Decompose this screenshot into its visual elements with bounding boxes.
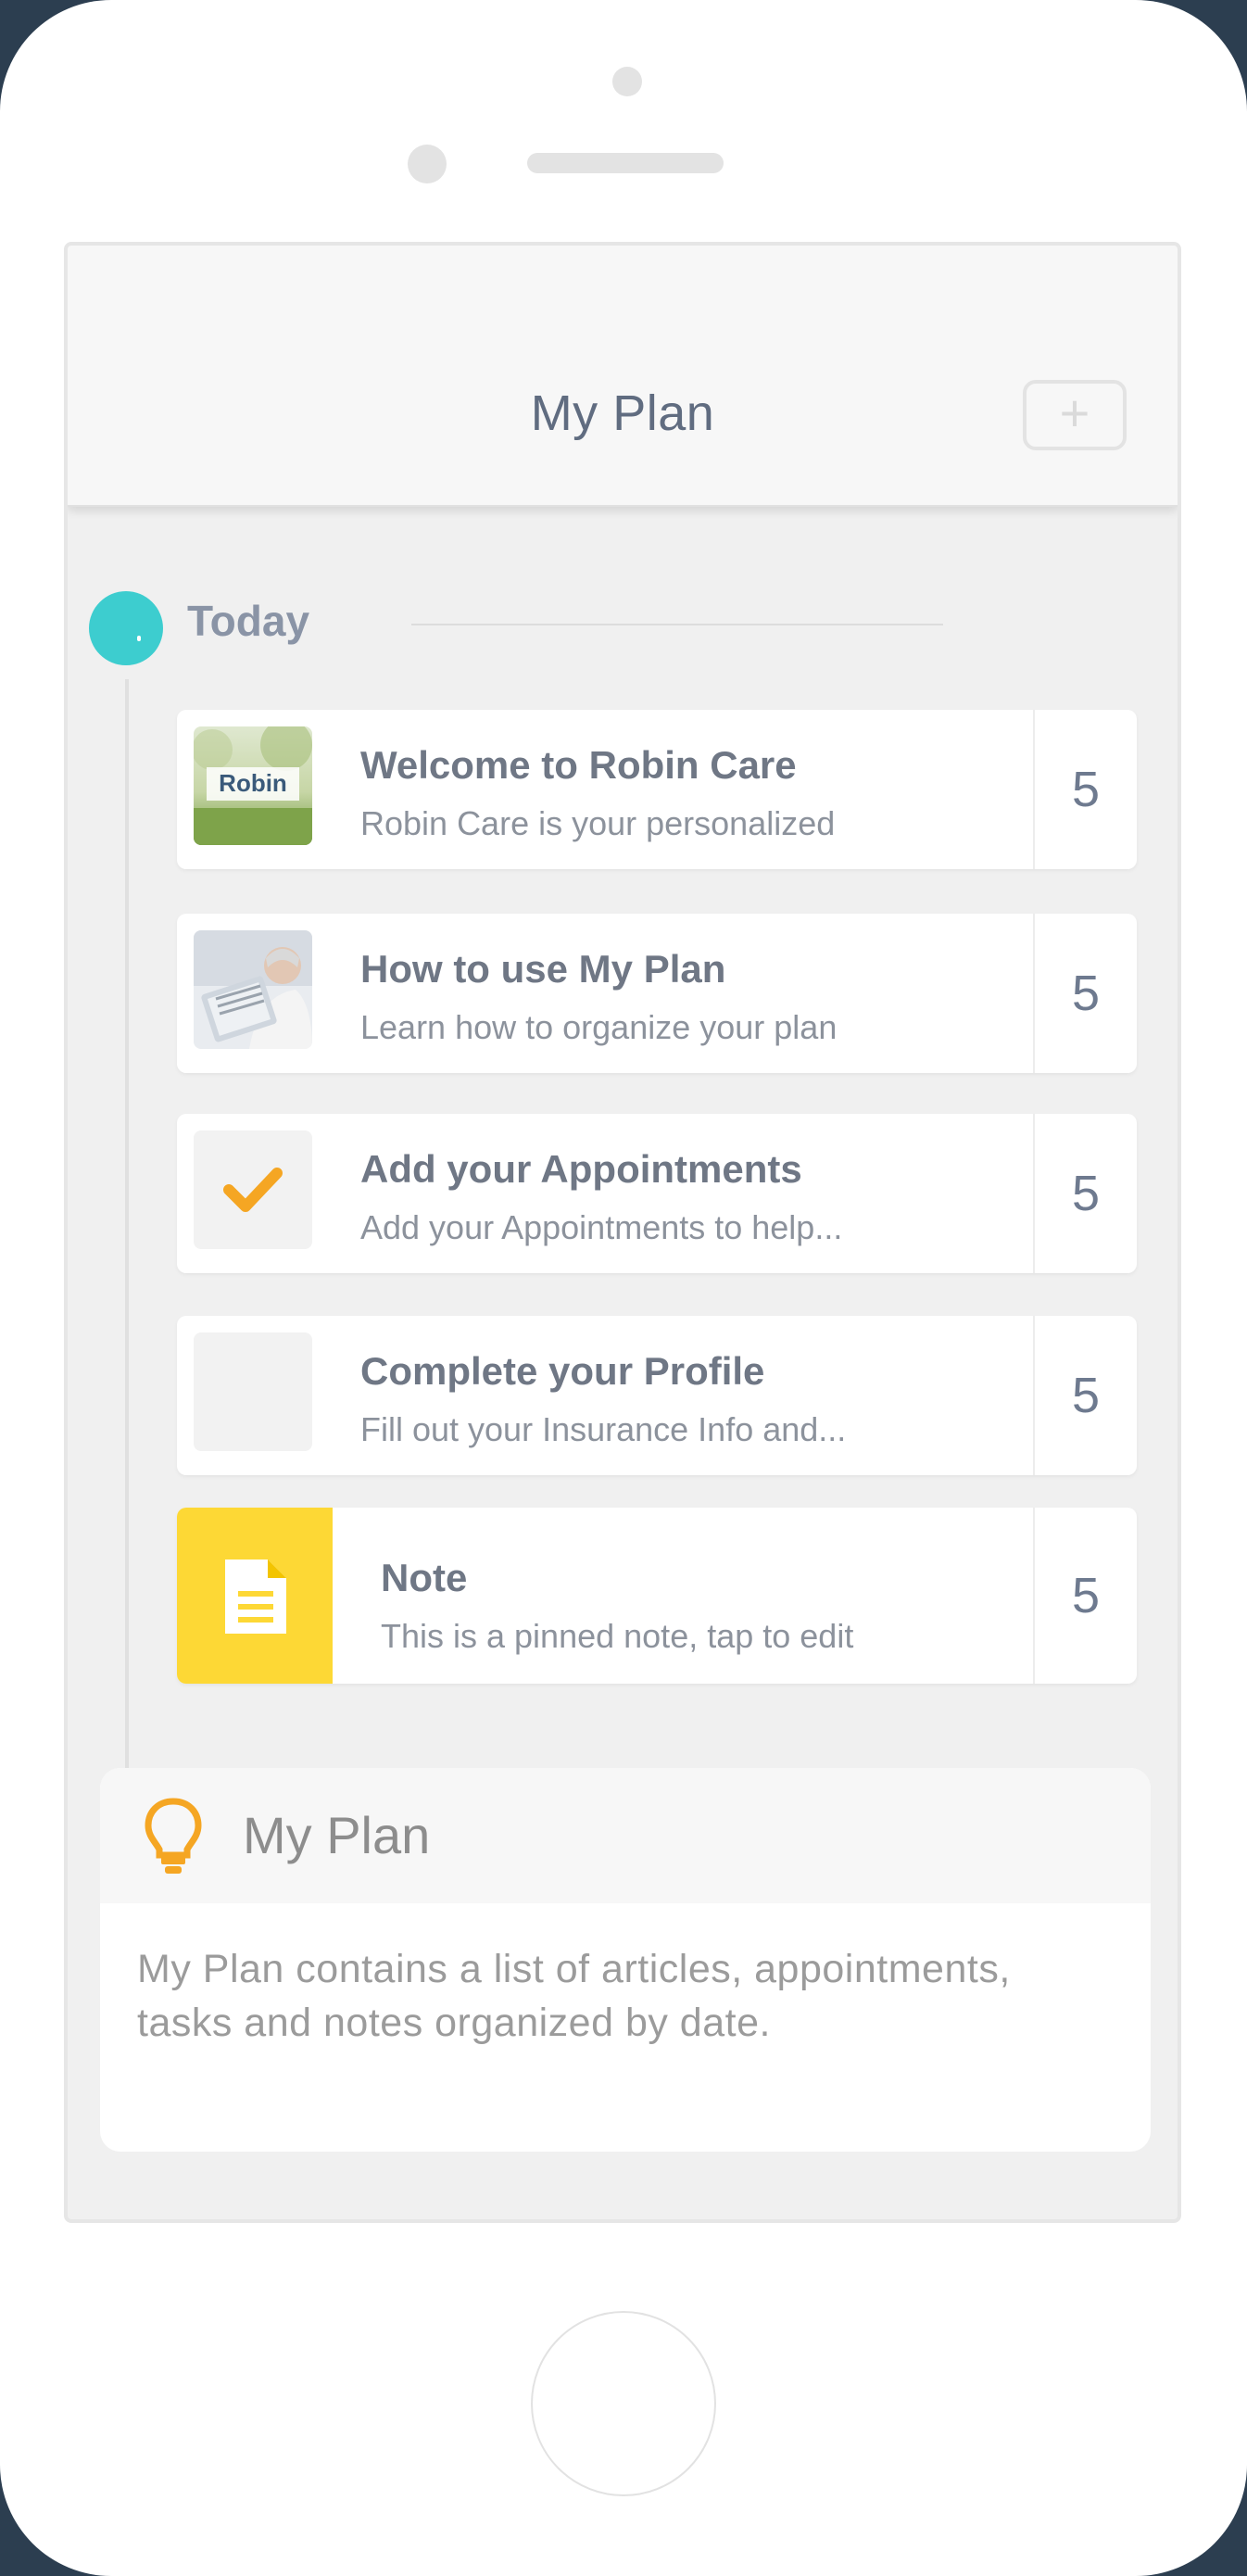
plan-item-appointments[interactable]: Add your Appointments Add your Appointme… (177, 1114, 1137, 1273)
item-description: Robin Care is your personalized (360, 804, 836, 842)
lightbulb-icon (145, 1798, 202, 1874)
item-description: This is a pinned note, tap to edit (381, 1617, 854, 1655)
note-strip (177, 1508, 333, 1684)
plan-item-profile[interactable]: Complete your Profile Fill out your Insu… (177, 1316, 1137, 1475)
item-title: Welcome to Robin Care (360, 743, 797, 787)
item-description: Add your Appointments to help... (360, 1208, 843, 1246)
tip-body: My Plan contains a list of articles, app… (137, 1947, 1011, 2045)
item-description: Learn how to organize your plan (360, 1008, 838, 1046)
document-icon (225, 1559, 286, 1634)
item-count: 5 (1071, 1568, 1101, 1623)
item-title: Note (381, 1556, 468, 1599)
home-button[interactable] (531, 2311, 716, 2496)
help-tip-card: My Plan My Plan contains a list of artic… (100, 1768, 1151, 2152)
day-separator (411, 624, 943, 625)
task-checkbox-checked[interactable] (194, 1130, 312, 1249)
item-count: 5 (1071, 1166, 1101, 1221)
front-camera (408, 145, 447, 183)
tip-header: My Plan (100, 1768, 1151, 1903)
day-label: Today (187, 597, 310, 645)
timeline-line (125, 679, 129, 1912)
checkmark-icon (223, 1168, 283, 1212)
tip-title: My Plan (243, 1806, 431, 1864)
phone-frame: My Plan + Today Robin Welcome to Robin C… (0, 0, 1247, 2576)
robin-logo-image: Robin (194, 726, 312, 845)
plan-item-note[interactable]: Note This is a pinned note, tap to edit … (177, 1508, 1137, 1684)
item-title: Complete your Profile (360, 1349, 765, 1393)
page-title: My Plan (530, 385, 715, 441)
proximity-sensor (612, 67, 642, 96)
item-count: 5 (1071, 762, 1101, 817)
day-marker (89, 591, 163, 665)
plan-item-welcome[interactable]: Robin Welcome to Robin Care Robin Care i… (177, 710, 1137, 869)
task-checkbox-unchecked[interactable] (194, 1332, 312, 1451)
woman-reading-image (194, 930, 312, 1049)
add-item-button[interactable]: + (1023, 380, 1127, 450)
plan-item-how-to-use[interactable]: How to use My Plan Learn how to organize… (177, 914, 1137, 1073)
item-title: How to use My Plan (360, 947, 726, 991)
item-description: Fill out your Insurance Info and... (360, 1410, 847, 1448)
app-screen: My Plan + Today Robin Welcome to Robin C… (64, 242, 1181, 2223)
item-count: 5 (1071, 1368, 1101, 1423)
app-header: My Plan + (68, 246, 1178, 507)
svg-text:Robin: Robin (219, 769, 287, 797)
earpiece-speaker (527, 153, 724, 173)
item-title: Add your Appointments (360, 1147, 802, 1191)
item-count: 5 (1071, 966, 1101, 1021)
